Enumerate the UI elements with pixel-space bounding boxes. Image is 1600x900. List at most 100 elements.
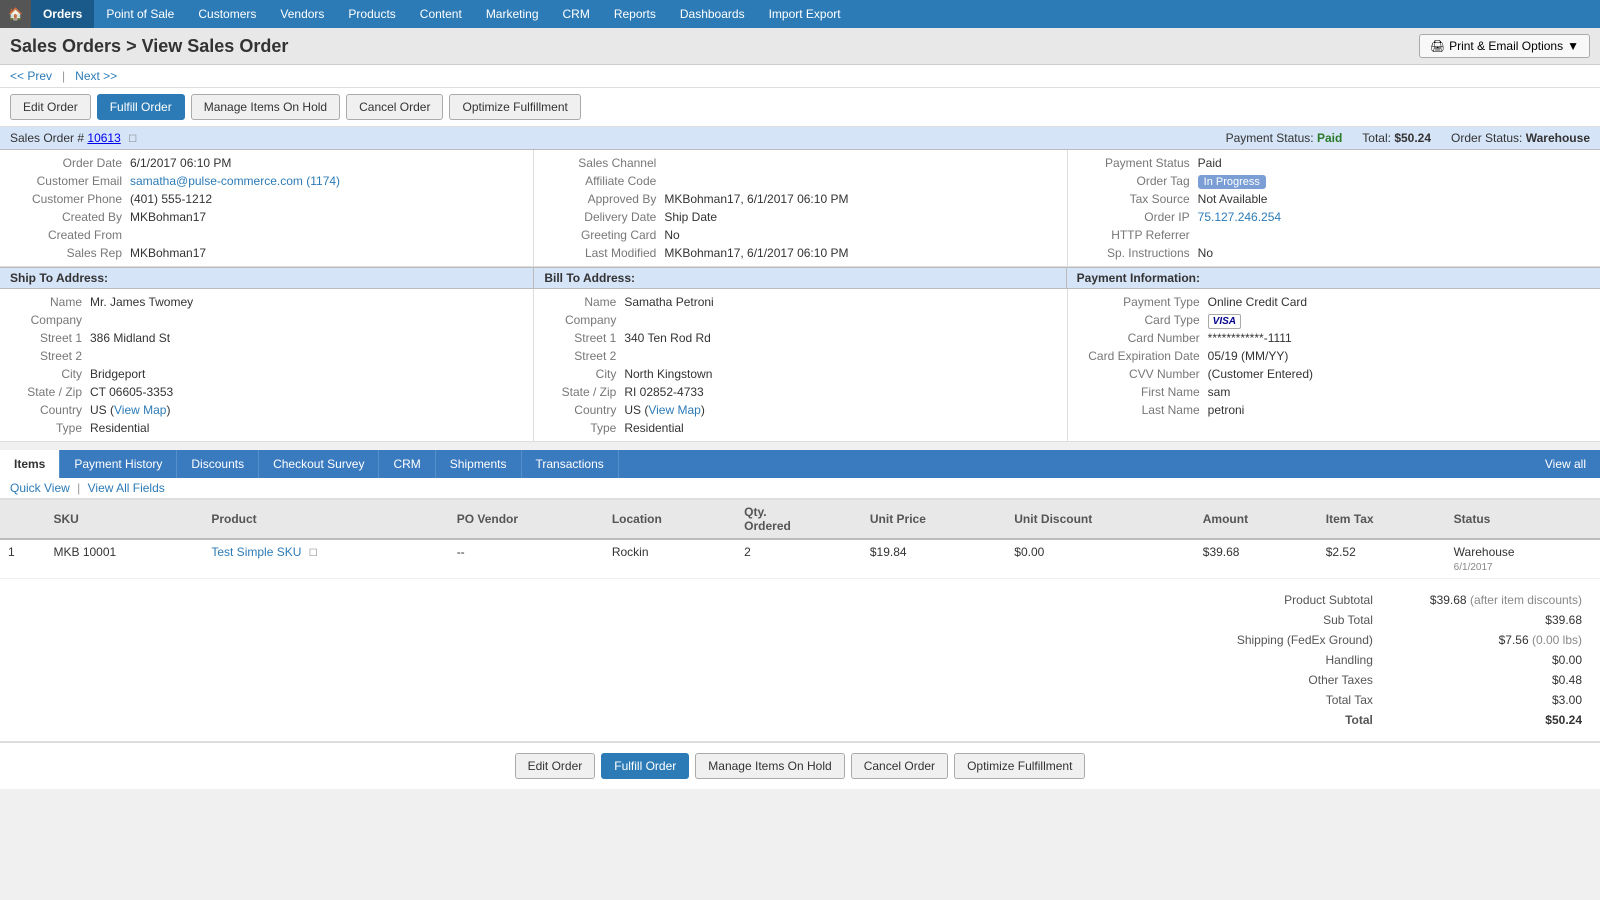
row-location: Rockin: [604, 539, 736, 579]
quick-view-link[interactable]: Quick View: [10, 481, 70, 495]
bottom-optimize-button[interactable]: Optimize Fulfillment: [954, 753, 1085, 779]
view-all-link[interactable]: View all: [1531, 450, 1600, 478]
col-status: Status: [1446, 500, 1600, 540]
tabs-section: Items Payment History Discounts Checkout…: [0, 450, 1600, 478]
nav-import-export[interactable]: Import Export: [757, 0, 853, 28]
optimize-fulfillment-button[interactable]: Optimize Fulfillment: [449, 94, 580, 120]
ship-view-map-link[interactable]: View Map: [114, 403, 166, 417]
home-icon: 🏠: [8, 7, 23, 21]
row-status: Warehouse6/1/2017: [1446, 539, 1600, 579]
payment-status-label: Payment Status: Paid: [1226, 131, 1343, 145]
col-location: Location: [604, 500, 736, 540]
col-unit-discount: Unit Discount: [1006, 500, 1195, 540]
col-unit-price: Unit Price: [862, 500, 1006, 540]
home-button[interactable]: 🏠: [0, 0, 31, 28]
col-po-vendor: PO Vendor: [449, 500, 604, 540]
copy-icon[interactable]: ☐: [128, 134, 137, 145]
quick-view-bar: Quick View | View All Fields: [0, 478, 1600, 499]
order-details-grid: Order Date6/1/2017 06:10 PM Customer Ema…: [0, 150, 1600, 267]
top-navigation: 🏠 Orders Point of Sale Customers Vendors…: [0, 0, 1600, 28]
tab-crm[interactable]: CRM: [379, 450, 435, 478]
order-details-right: Payment StatusPaid Order TagIn Progress …: [1067, 150, 1600, 266]
totals-table: Product Subtotal $39.68 (after item disc…: [1190, 589, 1590, 731]
order-ip-link[interactable]: 75.127.246.254: [1198, 210, 1281, 224]
tab-checkout-survey[interactable]: Checkout Survey: [259, 450, 379, 478]
nav-content[interactable]: Content: [408, 0, 474, 28]
shipping-label: Shipping (FedEx Ground): [1192, 631, 1379, 649]
row-po-vendor: --: [449, 539, 604, 579]
nav-customers[interactable]: Customers: [186, 0, 268, 28]
total-tax-label: Total Tax: [1192, 691, 1379, 709]
handling-label: Handling: [1192, 651, 1379, 669]
bottom-action-bar: Edit Order Fulfill Order Manage Items On…: [0, 742, 1600, 789]
bill-to-details: NameSamatha Petroni Company Street 1340 …: [533, 289, 1066, 441]
tab-shipments[interactable]: Shipments: [436, 450, 522, 478]
payment-status-value: Paid: [1317, 131, 1342, 145]
fulfill-order-button[interactable]: Fulfill Order: [97, 94, 185, 120]
bottom-manage-hold-button[interactable]: Manage Items On Hold: [695, 753, 844, 779]
tab-transactions[interactable]: Transactions: [522, 450, 619, 478]
address-headers: Ship To Address: Bill To Address: Paymen…: [0, 267, 1600, 289]
cancel-order-button[interactable]: Cancel Order: [346, 94, 443, 120]
tab-list: Items Payment History Discounts Checkout…: [0, 450, 619, 478]
nav-vendors[interactable]: Vendors: [268, 0, 336, 28]
bottom-edit-order-button[interactable]: Edit Order: [515, 753, 596, 779]
nav-dashboards[interactable]: Dashboards: [668, 0, 757, 28]
bill-to-header: Bill To Address:: [533, 268, 1066, 288]
action-bar: Edit Order Fulfill Order Manage Items On…: [0, 88, 1600, 127]
print-icon: 🖨: [1430, 39, 1445, 53]
nav-orders[interactable]: Orders: [31, 0, 94, 28]
nav-marketing[interactable]: Marketing: [474, 0, 551, 28]
product-subtotal-label: Product Subtotal: [1192, 591, 1379, 609]
payment-info-details: Payment TypeOnline Credit Card Card Type…: [1067, 289, 1600, 441]
product-copy-icon[interactable]: ☐: [309, 548, 318, 559]
order-total: Total: $50.24: [1362, 131, 1431, 145]
tab-discounts[interactable]: Discounts: [177, 450, 259, 478]
subtotal-value: $39.68: [1381, 611, 1588, 629]
row-unit-price: $19.84: [862, 539, 1006, 579]
product-link[interactable]: Test Simple SKU: [211, 545, 301, 559]
bottom-fulfill-order-button[interactable]: Fulfill Order: [601, 753, 689, 779]
tab-items[interactable]: Items: [0, 450, 60, 478]
print-email-button[interactable]: 🖨 Print & Email Options ▼: [1419, 34, 1590, 58]
prev-link[interactable]: << Prev: [10, 69, 52, 83]
nav-reports[interactable]: Reports: [602, 0, 668, 28]
page-title: Sales Orders > View Sales Order: [10, 36, 288, 57]
other-taxes-value: $0.48: [1381, 671, 1588, 689]
col-qty: Qty.Ordered: [736, 500, 862, 540]
next-link[interactable]: Next >>: [75, 69, 117, 83]
tab-payment-history[interactable]: Payment History: [60, 450, 177, 478]
order-id-link[interactable]: 10613: [87, 131, 120, 145]
dropdown-arrow-icon: ▼: [1567, 39, 1579, 53]
order-status: Order Status: Warehouse: [1451, 131, 1590, 145]
nav-crm[interactable]: CRM: [551, 0, 602, 28]
row-unit-discount: $0.00: [1006, 539, 1195, 579]
customer-email-link[interactable]: samatha@pulse-commerce.com: [130, 174, 303, 188]
row-sku: MKB 10001: [45, 539, 203, 579]
manage-hold-button[interactable]: Manage Items On Hold: [191, 94, 340, 120]
visa-badge: VISA: [1208, 314, 1241, 329]
nav-point-of-sale[interactable]: Point of Sale: [94, 0, 186, 28]
order-details-middle: Sales Channel Affiliate Code Approved By…: [533, 150, 1066, 266]
row-amount: $39.68: [1195, 539, 1318, 579]
table-row: 1 MKB 10001 Test Simple SKU ☐ -- Rockin …: [0, 539, 1600, 579]
order-id: Sales Order # 10613 ☐: [10, 131, 137, 145]
nav-products[interactable]: Products: [336, 0, 407, 28]
product-subtotal-value: $39.68 (after item discounts): [1381, 591, 1588, 609]
view-all-fields-link[interactable]: View All Fields: [88, 481, 165, 495]
col-amount: Amount: [1195, 500, 1318, 540]
email-count-link[interactable]: (1174): [306, 174, 340, 188]
bill-view-map-link[interactable]: View Map: [648, 403, 700, 417]
bottom-cancel-order-button[interactable]: Cancel Order: [851, 753, 948, 779]
order-details-left: Order Date6/1/2017 06:10 PM Customer Ema…: [0, 150, 533, 266]
other-taxes-label: Other Taxes: [1192, 671, 1379, 689]
page-header: Sales Orders > View Sales Order 🖨 Print …: [0, 28, 1600, 65]
total-tax-value: $3.00: [1381, 691, 1588, 709]
total-label: Total: [1192, 711, 1379, 729]
edit-order-button[interactable]: Edit Order: [10, 94, 91, 120]
ship-to-details: NameMr. James Twomey Company Street 1386…: [0, 289, 533, 441]
col-num: [0, 500, 45, 540]
print-label: Print & Email Options: [1449, 39, 1563, 53]
breadcrumb: << Prev | Next >>: [0, 65, 1600, 88]
totals-section: Product Subtotal $39.68 (after item disc…: [0, 579, 1600, 742]
